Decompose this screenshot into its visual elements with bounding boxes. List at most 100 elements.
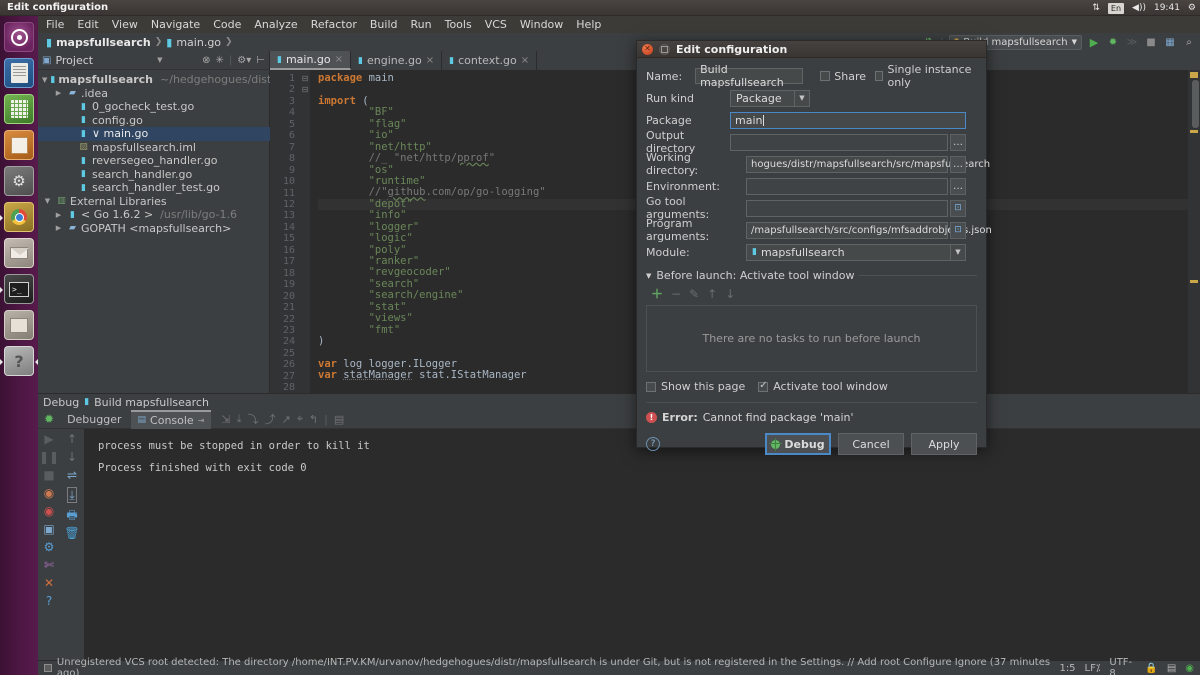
keyboard-layout-indicator[interactable]: En — [1107, 2, 1125, 14]
launcher-system-settings-icon[interactable]: ⚙ — [4, 166, 34, 196]
step-out-icon[interactable]: ⤴ — [265, 411, 276, 427]
close-tab-icon[interactable]: × — [521, 55, 529, 66]
project-view-chevron-icon[interactable]: ▼ — [157, 56, 162, 64]
settings-icon[interactable]: ▤ — [334, 413, 344, 426]
menu-tools[interactable]: Tools — [445, 18, 472, 31]
go-tool-arguments-input[interactable] — [746, 199, 948, 217]
hide-panel-icon[interactable]: ⊢ — [256, 55, 265, 66]
add-task-icon[interactable]: ＋ — [651, 285, 663, 302]
program-arguments-expand-button[interactable]: ⊡ — [950, 221, 966, 239]
working-directory-input[interactable]: hogues/distr/mapsfullsearch/src/mapsfull… — [746, 155, 990, 173]
fold-marker-icon[interactable]: ⊟ — [300, 73, 310, 84]
launcher-libreoffice-impress-icon[interactable] — [4, 130, 34, 160]
tree-item-config-go[interactable]: ▮ config.go — [38, 114, 269, 128]
show-this-page-checkbox[interactable]: Show this page — [646, 380, 745, 393]
menu-code[interactable]: Code — [213, 18, 241, 31]
close-tab-icon[interactable]: × — [335, 54, 343, 65]
launcher-libreoffice-calc-icon[interactable] — [4, 94, 34, 124]
editor-tab-main-go[interactable]: ▮ main.go × — [270, 51, 352, 70]
lock-icon[interactable]: 🔒 — [1145, 663, 1157, 674]
collapse-all-icon[interactable]: ⊗ — [202, 55, 210, 66]
remove-task-icon[interactable]: − — [671, 287, 681, 301]
environment-browse-button[interactable]: … — [950, 177, 966, 195]
help-button[interactable]: ? — [646, 437, 660, 451]
debug-button[interactable]: ✹ — [1106, 35, 1120, 49]
step-over-icon[interactable]: ⇲ — [221, 413, 230, 426]
run-to-cursor-icon[interactable]: ↗ — [282, 413, 291, 426]
launcher-ubuntu-dash-icon[interactable] — [4, 22, 34, 52]
before-launch-header[interactable]: ▼ Before launch: Activate tool window — [646, 269, 977, 282]
tree-item-external-libraries[interactable]: ▼ ▥ External Libraries — [38, 195, 269, 209]
step-into-icon[interactable]: ⤓ — [237, 412, 242, 426]
menu-file[interactable]: File — [46, 18, 64, 31]
pause-icon[interactable]: ❚❚ — [39, 451, 59, 463]
tree-item-search-handler-go[interactable]: ▮ search_handler.go — [38, 168, 269, 182]
view-breakpoints-icon[interactable]: ◉ — [44, 487, 54, 499]
name-input[interactable]: Build mapsfullsearch — [695, 63, 804, 89]
close-icon[interactable]: ✕ — [642, 43, 653, 55]
line-separator[interactable]: LF⁒ — [1085, 663, 1101, 674]
caret-position[interactable]: 1:5 — [1059, 663, 1075, 674]
tree-item-reversegeo-handler-go[interactable]: ▮ reversegeo_handler.go — [38, 154, 269, 168]
menu-view[interactable]: View — [112, 18, 138, 31]
close-icon[interactable]: ✕ — [44, 577, 54, 589]
edit-task-icon[interactable]: ✎ — [689, 287, 699, 301]
marker-warning-top[interactable] — [1190, 72, 1198, 78]
move-down-icon[interactable]: ↓ — [725, 287, 735, 301]
network-icon[interactable]: ⇅ — [1092, 3, 1100, 13]
run-kind-combobox[interactable]: Package ▼ — [730, 89, 810, 107]
search-icon[interactable]: ⌕ — [1182, 35, 1196, 49]
launcher-help-icon[interactable]: ? — [0, 346, 39, 376]
print-icon[interactable]: 🖶 — [66, 509, 77, 521]
editor-tab-context-go[interactable]: ▮ context.go × — [442, 51, 538, 70]
output-directory-browse-button[interactable]: … — [950, 133, 966, 151]
tree-item-go-1-6-2[interactable]: ▶ ▮ < Go 1.6.2 > /usr/lib/go-1.6 — [38, 208, 269, 222]
tree-item-idea[interactable]: ▶ ▰ .idea — [38, 87, 269, 101]
tree-expander-icon[interactable]: ▼ — [42, 76, 47, 84]
activate-tool-window-checkbox[interactable]: Activate tool window — [758, 380, 888, 393]
stop-icon[interactable]: ■ — [43, 469, 54, 481]
tab-debugger[interactable]: Debugger — [60, 411, 128, 428]
fold-marker-icon[interactable]: ⊟ — [300, 84, 310, 95]
menu-edit[interactable]: Edit — [77, 18, 98, 31]
launcher-files-icon[interactable] — [4, 310, 34, 340]
menu-run[interactable]: Run — [411, 18, 432, 31]
menu-navigate[interactable]: Navigate — [151, 18, 200, 31]
launcher-google-chrome-icon[interactable] — [0, 202, 34, 232]
mute-breakpoints-icon[interactable]: ◉ — [44, 505, 54, 517]
marker-warning-3[interactable] — [1190, 280, 1198, 283]
apply-button[interactable]: Apply — [911, 433, 977, 455]
close-tab-icon[interactable]: × — [426, 55, 434, 66]
output-directory-input[interactable] — [730, 133, 948, 151]
tab-console[interactable]: ▤ Console ⇥ — [130, 409, 212, 429]
launcher-terminal-icon[interactable]: >_ — [0, 274, 34, 304]
scroll-up-icon[interactable]: ↑ — [67, 433, 77, 445]
editor-tab-engine-go[interactable]: ▮ engine.go × — [351, 51, 443, 70]
launcher-libreoffice-writer-icon[interactable] — [4, 58, 34, 88]
maximize-icon[interactable] — [659, 43, 670, 55]
memory-indicator-icon[interactable]: ▤ — [1167, 663, 1176, 674]
editor-scrollbar-thumb[interactable] — [1192, 80, 1199, 128]
tree-item-mapsfullsearch-iml[interactable]: ▨ mapsfullsearch.iml — [38, 141, 269, 155]
marker-warning-2[interactable] — [1190, 130, 1198, 133]
gear-icon[interactable]: ⚙ — [1188, 3, 1196, 13]
go-tool-arguments-expand-button[interactable]: ⊡ — [950, 199, 966, 217]
tree-item-main-go[interactable]: ▮ ∨ main.go — [38, 127, 270, 141]
program-arguments-input[interactable]: /mapsfullsearch/src/configs/mfsaddrobjec… — [746, 221, 992, 239]
soft-wrap-icon[interactable]: ⇌ — [67, 469, 77, 481]
background-tasks-icon[interactable]: ◉ — [1185, 663, 1194, 674]
settings-gear-icon-debug[interactable]: ⚙ — [44, 541, 55, 553]
package-input[interactable]: main — [730, 111, 966, 129]
menu-analyze[interactable]: Analyze — [254, 18, 297, 31]
move-up-icon[interactable]: ↑ — [707, 287, 717, 301]
settings-gear-icon[interactable]: ⚙▾ — [237, 55, 251, 66]
scroll-down-icon[interactable]: ↓ — [67, 451, 77, 463]
tree-expander-icon[interactable]: ▶ — [53, 211, 64, 219]
drop-frame-icon[interactable]: ↰ — [309, 413, 318, 426]
debug-button[interactable]: Debug — [765, 433, 831, 455]
console-output[interactable]: process must be stopped in order to kill… — [84, 429, 1200, 675]
tree-item-mapsfullsearch[interactable]: ▼ ▮ mapsfullsearch ~/hedgehogues/distr/map… — [38, 73, 327, 87]
status-message-area[interactable]: Unregistered VCS root detected: The dire… — [38, 657, 1059, 675]
run-button[interactable]: ▶ — [1087, 35, 1101, 49]
menu-vcs[interactable]: VCS — [485, 18, 507, 31]
